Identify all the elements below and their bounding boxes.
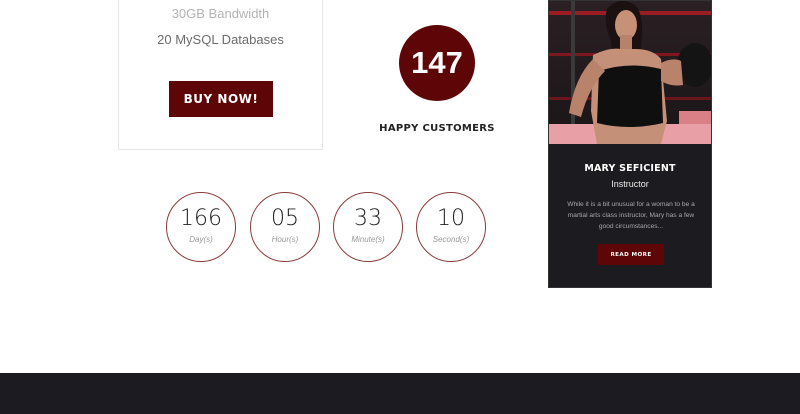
- pricing-card: 30GB Bandwidth 20 MySQL Databases BUY NO…: [118, 0, 323, 150]
- counter-circle: 147: [399, 25, 475, 101]
- countdown-unit: Day(s): [189, 235, 213, 244]
- instructor-card: MARY SEFICIENT Instructor While it is a …: [548, 0, 712, 288]
- countdown-hours: 05 Hour(s): [250, 192, 320, 262]
- countdown-minutes: 33 Minute(s): [333, 192, 403, 262]
- countdown-unit: Hour(s): [271, 235, 299, 244]
- countdown-days: 166 Day(s): [166, 192, 236, 262]
- read-more-button[interactable]: READ MORE: [598, 244, 664, 265]
- instructor-role: Instructor: [611, 179, 649, 189]
- countdown-seconds: 10 Second(s): [416, 192, 486, 262]
- counter-label: HAPPY CUSTOMERS: [379, 123, 495, 134]
- pricing-feature-databases: 20 MySQL Databases: [157, 32, 284, 47]
- counter-value: 147: [411, 45, 463, 80]
- pricing-feature-bandwidth: 30GB Bandwidth: [171, 6, 270, 21]
- countdown-value: 33: [354, 206, 382, 231]
- countdown-value: 05: [271, 206, 299, 231]
- countdown-value: 166: [180, 206, 222, 231]
- countdown-unit: Second(s): [432, 235, 470, 244]
- buy-now-button[interactable]: BUY NOW!: [169, 81, 273, 117]
- instructor-photo: [549, 1, 711, 144]
- instructor-name: MARY SEFICIENT: [584, 163, 676, 174]
- instructor-bio: While it is a bit unusual for a woman to…: [567, 201, 695, 230]
- footer: [0, 373, 800, 414]
- countdown-value: 10: [437, 206, 465, 231]
- countdown-unit: Minute(s): [351, 235, 385, 244]
- instructor-photo-illustration: [549, 1, 711, 144]
